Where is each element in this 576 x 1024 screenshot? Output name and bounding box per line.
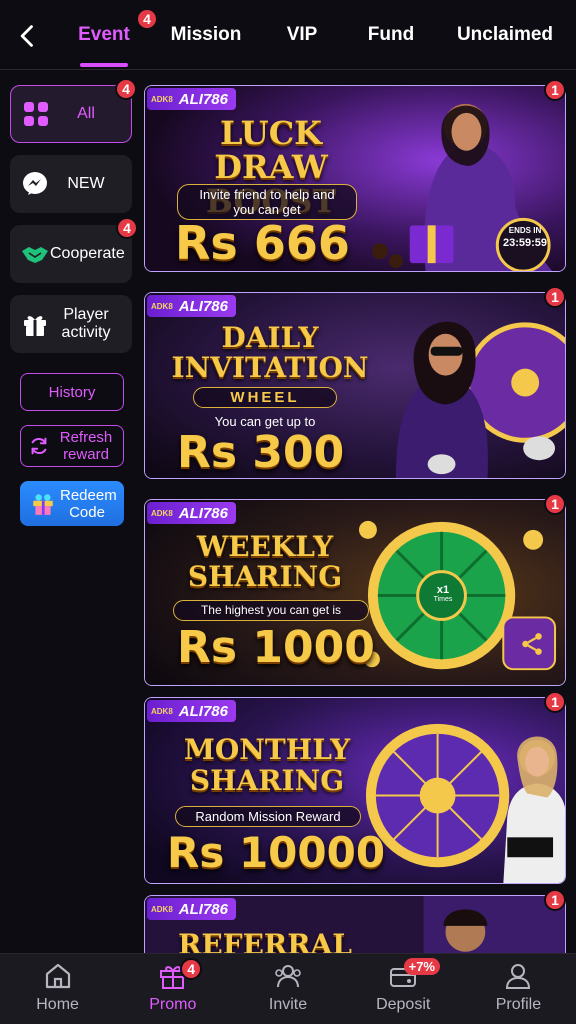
refresh-reward-button[interactable]: Refresh reward <box>20 425 124 467</box>
redeem-code-button[interactable]: Redeem Code <box>20 481 124 526</box>
brand-tag: ADK8 ALI786 <box>147 295 236 317</box>
tab-label: Unclaimed <box>456 24 554 45</box>
history-label: History <box>48 383 96 401</box>
banner-title: MONTHLY SHARING <box>183 733 351 797</box>
banner-title: DAILY INVITATION <box>171 321 369 384</box>
banner-amount: Rs 300 <box>177 427 345 478</box>
banner-amount: Rs 666 <box>175 216 350 270</box>
notification-badge: 1 <box>544 889 566 911</box>
brand-tag: ADK8 ALI786 <box>147 502 236 524</box>
brand-text: ALI786 <box>178 90 228 108</box>
ends-in-label: ENDS IN <box>508 226 542 235</box>
refresh-icon <box>31 437 47 455</box>
category-sidebar: All 4 NEW Cooperate 4 Player activity Hi… <box>0 71 140 953</box>
wheel-sub: Times <box>433 596 453 603</box>
redeem-code-label: Redeem Code <box>60 486 117 521</box>
banner-title: WEEKLY SHARING <box>187 530 343 593</box>
nav-profile[interactable]: Profile <box>461 954 576 1024</box>
sidebar-item-player-activity[interactable]: Player activity <box>10 295 132 353</box>
brand-tag: ADK8 ALI786 <box>147 898 236 920</box>
nav-promo[interactable]: Promo 4 <box>115 954 230 1024</box>
brand-text: ALI786 <box>178 702 228 720</box>
brand-tag: ADK8 ALI786 <box>147 700 236 722</box>
nav-label: Profile <box>495 996 542 1013</box>
tab-unclaimed[interactable]: Unclaimed <box>440 0 570 70</box>
brand-text: ALI786 <box>178 900 228 918</box>
profile-icon <box>506 964 531 989</box>
sidebar-item-all[interactable]: All 4 <box>10 78 137 143</box>
tab-mission[interactable]: Mission <box>150 0 262 70</box>
bottom-navigation: Home Promo 4 Invite Deposit +7% Profile <box>0 953 576 1024</box>
nav-home[interactable]: Home <box>0 954 115 1024</box>
notification-badge: 4 <box>180 958 203 980</box>
refresh-reward-label: Refresh reward <box>59 429 113 463</box>
notification-badge: 4 <box>116 217 138 239</box>
gift-icon <box>24 316 46 336</box>
top-tab-bar: Event 4 Mission VIP Fund Unclaimed <box>0 0 576 70</box>
grid-icon <box>24 102 48 126</box>
nav-label: Invite <box>268 996 308 1013</box>
tab-label: Mission <box>170 24 242 45</box>
brand-small-text: ADK8 <box>151 904 173 914</box>
banner-subtitle: The highest you can get is <box>173 600 369 621</box>
event-banner-weekly-sharing[interactable]: ADK8 ALI786 WEEKLY SHARING The highest y… <box>144 499 566 686</box>
banner-amount: Rs 10000 <box>167 828 386 877</box>
timer-value: 23:59:59 <box>502 237 548 249</box>
wheel-multiplier: x1 <box>436 584 450 596</box>
notification-badge: 4 <box>115 78 137 100</box>
notification-badge: 1 <box>544 493 566 515</box>
notification-badge: 1 <box>544 691 566 713</box>
home-icon <box>45 963 70 989</box>
tab-label: Event <box>78 24 130 45</box>
banner-subtitle: Random Mission Reward <box>175 806 361 827</box>
wheel-center-label: x1 Times <box>425 584 461 603</box>
sidebar-item-label: Player activity <box>61 306 111 341</box>
back-arrow-icon[interactable] <box>14 22 42 50</box>
sidebar-item-label: Cooperate <box>50 245 125 262</box>
brand-small-text: ADK8 <box>151 301 173 311</box>
brand-small-text: ADK8 <box>151 706 173 716</box>
sidebar-item-new[interactable]: NEW <box>10 155 132 213</box>
brand-text: ALI786 <box>178 297 228 315</box>
banner-title-line2: WHEEL <box>193 387 337 408</box>
tab-label: Fund <box>367 24 415 45</box>
notification-badge: 1 <box>544 79 566 101</box>
brand-small-text: ADK8 <box>151 508 173 518</box>
messenger-icon <box>23 172 47 195</box>
invite-icon <box>275 965 301 988</box>
banner-amount: Rs 1000 <box>177 622 375 673</box>
event-banner-referral[interactable]: ADK8 ALI786 REFERRAL <box>144 895 566 955</box>
tab-fund[interactable]: Fund <box>342 0 440 70</box>
brand-tag: ADK8 ALI786 <box>147 88 236 110</box>
notification-badge: 1 <box>544 286 566 308</box>
sidebar-item-label: All <box>77 105 95 122</box>
event-banner-monthly-sharing[interactable]: ADK8 ALI786 MONTHLY SHARING Random Missi… <box>144 697 566 884</box>
nav-label: Promo <box>149 996 197 1013</box>
brand-small-text: ADK8 <box>151 94 173 104</box>
sidebar-item-cooperate[interactable]: Cooperate 4 <box>10 217 138 283</box>
sidebar-item-label: NEW <box>67 175 105 192</box>
tab-vip[interactable]: VIP <box>262 0 342 70</box>
nav-invite[interactable]: Invite <box>230 954 345 1024</box>
bonus-tag: +7% <box>403 958 440 975</box>
event-banner-daily-invitation[interactable]: ADK8 ALI786 DAILY INVITATION WHEEL You c… <box>144 292 566 479</box>
redeem-gift-icon <box>33 493 53 515</box>
brand-text: ALI786 <box>178 504 228 522</box>
banner-subtitle: Invite friend to help and you can get <box>177 184 357 220</box>
banner-title: REFERRAL <box>178 928 352 956</box>
nav-label: Deposit <box>376 996 431 1013</box>
countdown-timer: ENDS IN 23:59:59 <box>499 226 551 249</box>
tab-event[interactable]: Event 4 <box>58 0 158 70</box>
nav-label: Home <box>36 996 79 1013</box>
active-tab-indicator <box>80 63 128 67</box>
history-button[interactable]: History <box>20 373 124 411</box>
handshake-icon <box>22 247 48 263</box>
nav-deposit[interactable]: Deposit +7% <box>346 954 461 1024</box>
tab-label: VIP <box>286 24 318 45</box>
share-icon <box>522 633 542 655</box>
event-banner-luck-draw[interactable]: ADK8 ALI786 LUCK DRAW BOOST Invite frien… <box>144 85 566 272</box>
